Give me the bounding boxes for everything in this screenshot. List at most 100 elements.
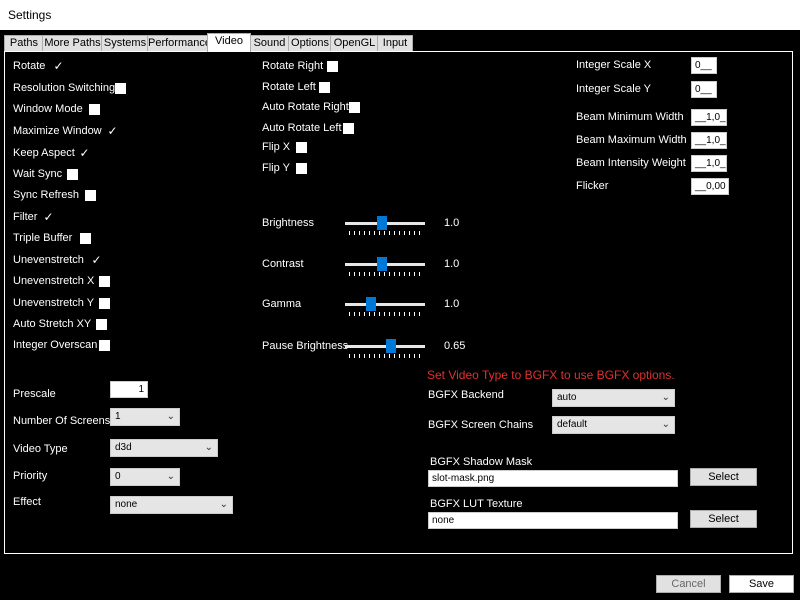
video-type-select[interactable]: d3d ⌄ — [110, 439, 218, 457]
label-beam-maximum-width: Beam Maximum Width — [576, 134, 687, 146]
title-bar: Settings — [0, 0, 800, 30]
checkbox-label-flip-y: Flip Y — [262, 162, 290, 174]
input-beam-intensity-weight[interactable]: __1,0_ — [691, 155, 727, 172]
slider-track — [345, 345, 425, 348]
number-of-screens-select[interactable]: 1 ⌄ — [110, 408, 180, 426]
checkbox-window-mode[interactable] — [89, 104, 100, 115]
priority-select[interactable]: 0 ⌄ — [110, 468, 180, 486]
input-flicker[interactable]: __0,00 — [691, 178, 729, 195]
checkbox-resolution-switching[interactable] — [115, 83, 126, 94]
checkbox-label-wait-sync: Wait Sync — [13, 168, 63, 180]
checkbox-label-sync-refresh: Sync Refresh — [13, 189, 80, 201]
label-beam-minimum-width: Beam Minimum Width — [576, 111, 684, 123]
lut-texture-select-button[interactable]: Select — [690, 510, 757, 528]
input-integer-scale-x[interactable]: 0__ — [691, 57, 717, 74]
label-beam-intensity-weight: Beam Intensity Weight — [576, 157, 686, 169]
slider-label-pause-brightness: Pause Brightness — [262, 340, 349, 352]
slider-contrast[interactable] — [345, 257, 425, 279]
slider-ticks — [349, 354, 421, 358]
slider-thumb[interactable] — [386, 339, 396, 353]
checkbox-auto-stretch-xy[interactable] — [96, 319, 107, 330]
save-button[interactable]: Save — [729, 575, 794, 593]
tab-input[interactable]: Input — [377, 35, 413, 51]
checkbox-label-resolution-switching: Resolution Switching — [13, 82, 116, 94]
input-integer-scale-y[interactable]: 0__ — [691, 81, 717, 98]
tab-video[interactable]: Video — [207, 33, 251, 52]
label-integer-scale-y: Integer Scale Y — [576, 83, 652, 95]
input-beam-maximum-width[interactable]: __1,0_ — [691, 132, 727, 149]
slider-value-contrast: 1.0 — [444, 258, 460, 270]
effect-select[interactable]: none ⌄ — [110, 496, 233, 514]
prescale-input[interactable]: 1 — [110, 381, 148, 398]
checkbox-flip-x[interactable] — [296, 142, 307, 153]
tab-performance[interactable]: Performance — [147, 35, 211, 51]
slider-label-contrast: Contrast — [262, 258, 304, 270]
tab-sound[interactable]: Sound — [249, 35, 290, 51]
cancel-button[interactable]: Cancel — [656, 575, 721, 593]
number-of-screens-label: Number Of Screens — [13, 415, 111, 427]
slider-ticks — [349, 272, 421, 276]
checkbox-label-window-mode: Window Mode — [13, 103, 83, 115]
bgfx-screen-chains-select[interactable]: default ⌄ — [552, 416, 675, 434]
bgfx-screen-chains-label: BGFX Screen Chains — [428, 419, 534, 431]
slider-brightness[interactable] — [345, 216, 425, 238]
chevron-down-icon: ⌄ — [166, 411, 175, 422]
checkbox-rotate-left[interactable] — [319, 82, 330, 93]
checkbox-rotate-right[interactable] — [327, 61, 338, 72]
bgfx-lut-texture-label: BGFX LUT Texture — [430, 498, 523, 510]
checkbox-triple-buffer[interactable] — [80, 233, 91, 244]
window-title: Settings — [8, 8, 52, 22]
slider-thumb[interactable] — [366, 297, 376, 311]
chevron-down-icon: ⌄ — [166, 471, 175, 482]
checkbox-label-maximize-window: Maximize Window — [13, 125, 102, 137]
checkbox-flip-y[interactable] — [296, 163, 307, 174]
chevron-down-icon: ⌄ — [661, 419, 670, 430]
bgfx-backend-select[interactable]: auto ⌄ — [552, 389, 675, 407]
checkbox-label-filter: Filter — [13, 211, 38, 223]
checkbox-unevenstretch[interactable]: ✓ — [91, 254, 102, 266]
video-settings-panel: Prescale 1 Number Of Screens 1 ⌄ Video Ty… — [4, 51, 793, 554]
chevron-down-icon: ⌄ — [204, 442, 213, 453]
priority-label: Priority — [13, 470, 48, 482]
slider-label-gamma: Gamma — [262, 298, 302, 310]
slider-ticks — [349, 312, 421, 316]
slider-thumb[interactable] — [377, 216, 387, 230]
video-type-label: Video Type — [13, 443, 68, 455]
checkbox-auto-rotate-right[interactable] — [349, 102, 360, 113]
checkbox-keep-aspect[interactable]: ✓ — [79, 147, 90, 159]
checkbox-auto-rotate-left[interactable] — [343, 123, 354, 134]
slider-thumb[interactable] — [377, 257, 387, 271]
checkbox-sync-refresh[interactable] — [85, 190, 96, 201]
slider-pause-brightness[interactable] — [345, 339, 425, 361]
checkbox-integer-overscan[interactable] — [99, 340, 110, 351]
bgfx-lut-texture-input[interactable]: none — [428, 512, 678, 529]
checkbox-filter[interactable]: ✓ — [43, 211, 54, 223]
input-beam-minimum-width[interactable]: __1,0_ — [691, 109, 727, 126]
tab-options[interactable]: Options — [288, 35, 332, 51]
slider-track — [345, 303, 425, 306]
checkbox-rotate[interactable]: ✓ — [53, 60, 64, 72]
checkbox-label-rotate-right: Rotate Right — [262, 60, 324, 72]
shadow-mask-select-button[interactable]: Select — [690, 468, 757, 486]
tab-systems[interactable]: Systems — [101, 35, 149, 51]
bgfx-shadow-mask-input[interactable]: slot-mask.png — [428, 470, 678, 487]
tab-paths[interactable]: Paths — [4, 35, 44, 51]
tab-more-paths[interactable]: More Paths — [42, 35, 103, 51]
checkbox-label-auto-rotate-left: Auto Rotate Left — [262, 122, 342, 134]
prescale-label: Prescale — [13, 388, 56, 400]
label-flicker: Flicker — [576, 180, 609, 192]
checkbox-label-keep-aspect: Keep Aspect — [13, 147, 75, 159]
checkbox-unevenstretch-y[interactable] — [99, 298, 110, 309]
slider-value-brightness: 1.0 — [444, 217, 460, 229]
checkbox-label-auto-stretch-xy: Auto Stretch XY — [13, 318, 92, 330]
tab-opengl[interactable]: OpenGL — [330, 35, 379, 51]
checkbox-label-unevenstretch: Unevenstretch — [13, 254, 84, 266]
checkbox-maximize-window[interactable]: ✓ — [107, 125, 118, 137]
slider-gamma[interactable] — [345, 297, 425, 319]
checkbox-unevenstretch-x[interactable] — [99, 276, 110, 287]
checkbox-label-integer-overscan: Integer Overscan — [13, 339, 98, 351]
chevron-down-icon: ⌄ — [661, 392, 670, 403]
effect-label: Effect — [13, 496, 41, 508]
bgfx-warning: Set Video Type to BGFX to use BGFX optio… — [427, 368, 675, 382]
checkbox-wait-sync[interactable] — [67, 169, 78, 180]
